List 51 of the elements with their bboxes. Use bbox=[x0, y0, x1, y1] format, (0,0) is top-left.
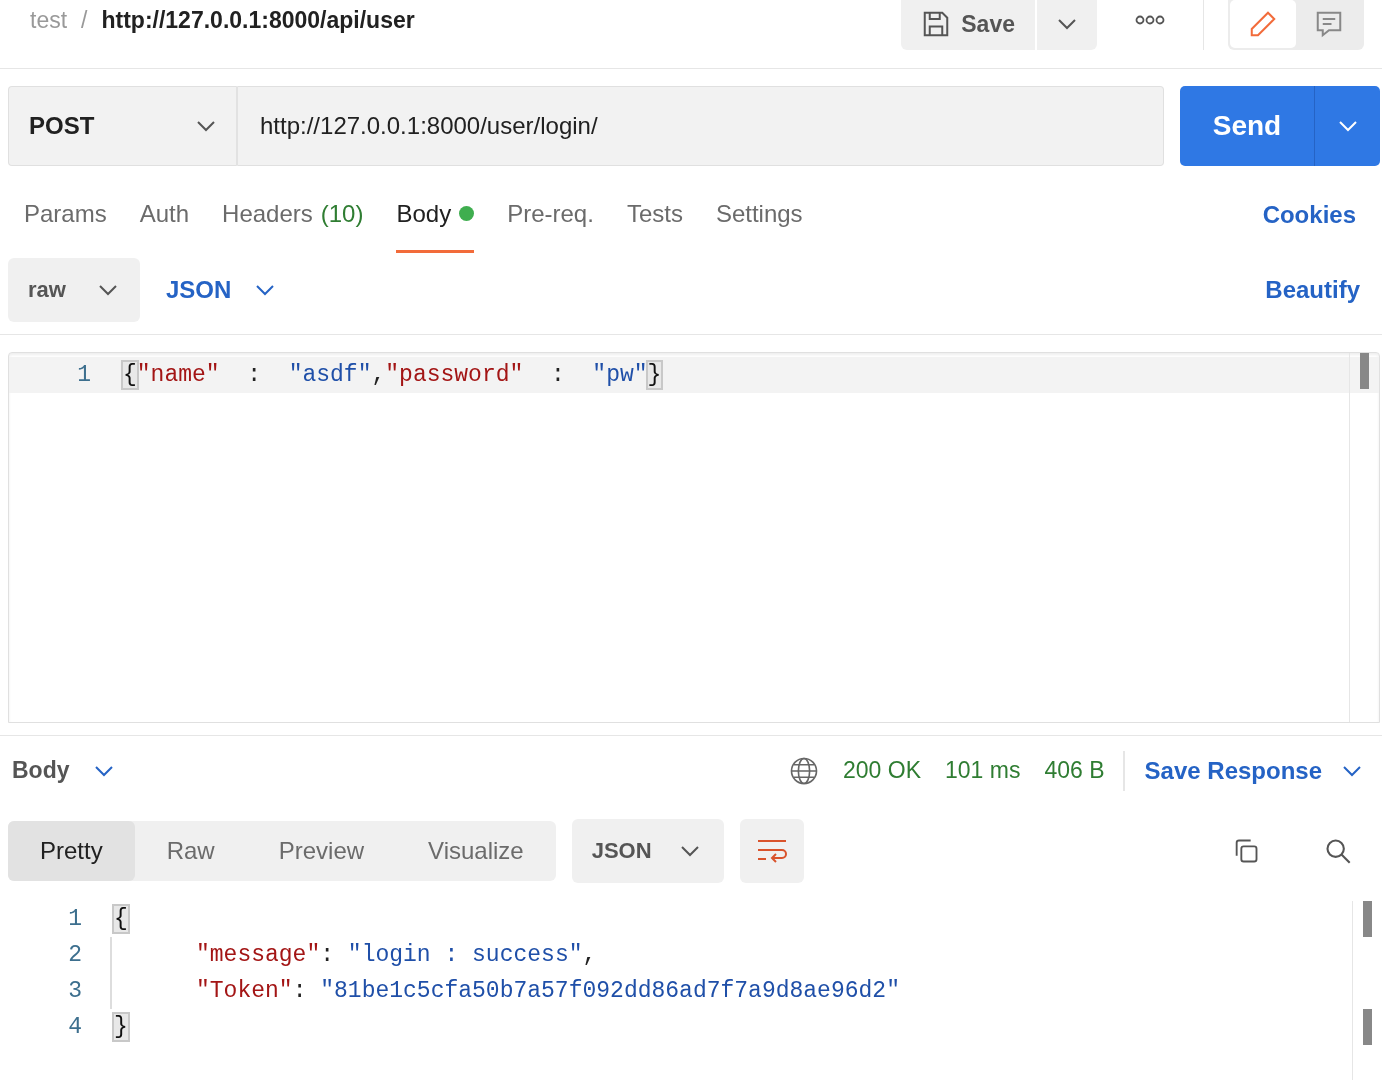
save-button[interactable]: Save bbox=[901, 0, 1035, 50]
line-number: 4 bbox=[67, 1014, 83, 1040]
method-dropdown[interactable]: POST bbox=[8, 86, 238, 166]
search-icon bbox=[1324, 836, 1352, 866]
chevron-down-icon bbox=[1057, 18, 1077, 30]
response-time: 101 ms bbox=[945, 757, 1021, 784]
line-number: 3 bbox=[67, 978, 83, 1004]
status-code: 200 OK bbox=[843, 757, 922, 784]
request-tab[interactable]: Pre-req. bbox=[507, 177, 594, 253]
url-field[interactable]: http://127.0.0.1:8000/user/login/ bbox=[238, 86, 1164, 166]
cookies-link[interactable]: Cookies bbox=[1262, 177, 1356, 253]
response-view-tab[interactable]: Raw bbox=[134, 821, 247, 881]
globe-icon bbox=[789, 755, 820, 786]
request-title[interactable]: http://127.0.0.1:8000/api/user bbox=[101, 6, 415, 34]
line-number: 1 bbox=[76, 362, 92, 388]
header-count: (10) bbox=[320, 199, 364, 228]
save-response-button[interactable]: Save Response bbox=[1122, 750, 1362, 791]
chevron-down-icon bbox=[1337, 120, 1358, 132]
pencil-icon bbox=[1248, 9, 1278, 39]
chevron-down-icon bbox=[1342, 764, 1362, 777]
request-tab[interactable]: Tests bbox=[626, 177, 683, 253]
language-dropdown[interactable]: JSON bbox=[160, 274, 282, 305]
request-tab[interactable]: Body bbox=[396, 177, 475, 253]
body-mode-dropdown[interactable]: raw bbox=[8, 257, 140, 322]
response-format-dropdown[interactable]: JSON bbox=[571, 819, 724, 883]
chevron-down-icon bbox=[98, 283, 118, 296]
wrap-lines-icon bbox=[755, 837, 788, 865]
chevron-down-icon bbox=[93, 764, 114, 777]
chevron-down-icon bbox=[255, 283, 276, 296]
request-tab[interactable]: Auth bbox=[139, 177, 190, 253]
chevron-down-icon bbox=[679, 845, 700, 857]
request-tab[interactable]: Settings bbox=[715, 177, 803, 253]
comment-icon bbox=[1314, 9, 1344, 39]
more-icon bbox=[1135, 15, 1165, 25]
request-body-editor[interactable]: 1 {"name" : "asdf","password" : "pw"} bbox=[8, 352, 1380, 723]
response-view-tab[interactable]: Preview bbox=[246, 821, 397, 881]
request-tab[interactable]: Params bbox=[24, 177, 107, 253]
line-number: 2 bbox=[67, 942, 83, 968]
response-section-dropdown[interactable]: Body bbox=[12, 757, 114, 784]
response-view-tab[interactable]: Visualize bbox=[396, 821, 556, 881]
wrap-lines-button[interactable] bbox=[739, 819, 804, 883]
edit-mode-button[interactable] bbox=[1230, 0, 1296, 48]
breadcrumb-separator: / bbox=[81, 6, 88, 34]
code-line: 3 "Token": "81be1c5cfa50b7a57f092dd86ad7f7a9d8ae96d2" bbox=[0, 973, 1382, 1009]
response-view-tab[interactable]: Pretty bbox=[8, 821, 135, 881]
line-number: 1 bbox=[67, 906, 83, 932]
request-tab[interactable]: Headers (10) bbox=[222, 177, 364, 253]
beautify-link[interactable]: Beautify bbox=[1265, 275, 1360, 304]
chevron-down-icon bbox=[196, 120, 216, 132]
response-size: 406 B bbox=[1044, 757, 1105, 784]
code-line: 2 "message": "login : success", bbox=[0, 937, 1382, 973]
